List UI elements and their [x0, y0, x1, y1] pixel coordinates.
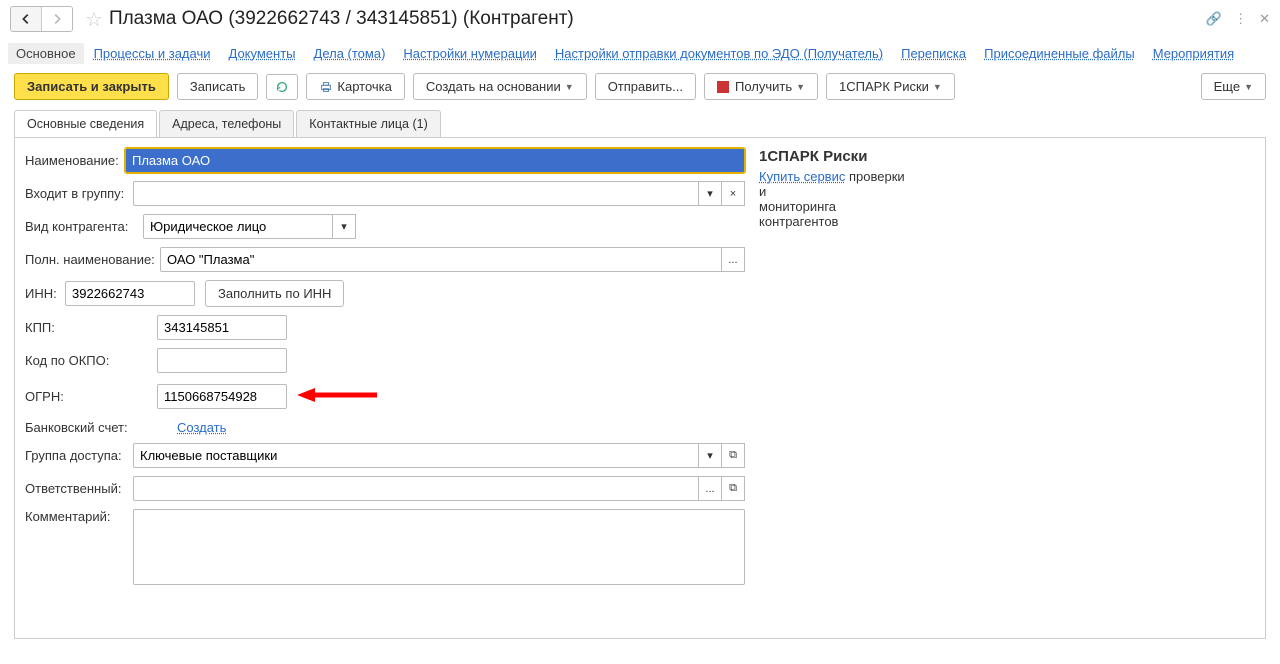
nav-tab-events[interactable]: Мероприятия — [1153, 46, 1235, 61]
label-inn: ИНН: — [25, 286, 65, 301]
nav-tab-main[interactable]: Основное — [8, 43, 84, 64]
tab-addresses[interactable]: Адреса, телефоны — [159, 110, 294, 137]
tab-basic-info[interactable]: Основные сведения — [14, 110, 157, 137]
close-icon[interactable]: ✕ — [1259, 11, 1270, 27]
label-name: Наименование: — [25, 153, 125, 168]
more-vert-icon[interactable]: ⋮ — [1234, 11, 1247, 27]
refresh-button[interactable] — [266, 74, 298, 100]
create-based-label: Создать на основании — [426, 79, 561, 94]
more-label: Еще — [1214, 79, 1240, 94]
caret-down-icon: ▼ — [565, 82, 574, 92]
refresh-icon — [275, 80, 289, 94]
link-icon[interactable]: 🔗 — [1206, 11, 1222, 27]
receive-icon — [717, 81, 729, 93]
star-icon[interactable]: ☆ — [85, 7, 103, 32]
spark-text4: контрагентов — [759, 214, 838, 229]
spark-text2: и — [759, 184, 766, 199]
spark-risks-label: 1СПАРК Риски — [839, 79, 929, 94]
nav-tab-documents[interactable]: Документы — [229, 46, 296, 61]
group-input[interactable] — [133, 181, 699, 206]
caret-down-icon: ▼ — [933, 82, 942, 92]
label-access: Группа доступа: — [25, 448, 133, 463]
comment-textarea[interactable] — [133, 509, 745, 585]
spark-text1: проверки — [849, 169, 905, 184]
arrow-right-icon — [50, 12, 64, 26]
arrow-annotation — [297, 381, 377, 412]
access-dropdown-button[interactable]: ▾ — [699, 443, 722, 468]
access-open-button[interactable]: ⧉ — [722, 443, 745, 468]
label-bank: Банковский счет: — [25, 420, 157, 435]
access-input[interactable] — [133, 443, 699, 468]
page-title: Плазма ОАО (3922662743 / 343145851) (Кон… — [109, 8, 574, 30]
bank-create-link[interactable]: Создать — [177, 420, 226, 435]
nav-tabs: Основное Процессы и задачи Документы Дел… — [0, 34, 1280, 67]
nav-tab-mail[interactable]: Переписка — [901, 46, 966, 61]
receive-label: Получить — [735, 79, 792, 94]
ogrn-input[interactable] — [157, 384, 287, 409]
card-button[interactable]: Карточка — [306, 73, 404, 100]
more-button[interactable]: Еще ▼ — [1201, 73, 1266, 100]
label-resp: Ответственный: — [25, 481, 133, 496]
create-based-button[interactable]: Создать на основании ▼ — [413, 73, 587, 100]
tab-contacts[interactable]: Контактные лица (1) — [296, 110, 440, 137]
resp-open-button[interactable]: ⧉ — [722, 476, 745, 501]
type-dropdown-button[interactable]: ▾ — [333, 214, 356, 239]
type-input[interactable] — [143, 214, 333, 239]
group-clear-button[interactable]: × — [722, 181, 745, 206]
caret-down-icon: ▼ — [796, 82, 805, 92]
name-input[interactable] — [125, 148, 745, 173]
nav-tab-files[interactable]: Присоединенные файлы — [984, 46, 1135, 61]
okpo-input[interactable] — [157, 348, 287, 373]
label-group: Входит в группу: — [25, 186, 133, 201]
printer-icon — [319, 80, 333, 94]
nav-forward-button[interactable] — [41, 7, 72, 31]
spark-text3: мониторинга — [759, 199, 836, 214]
label-ogrn: ОГРН: — [25, 389, 157, 404]
caret-down-icon: ▼ — [1244, 82, 1253, 92]
label-okpo: Код по ОКПО: — [25, 353, 157, 368]
save-close-button[interactable]: Записать и закрыть — [14, 73, 169, 100]
buy-service-link[interactable]: Купить сервис — [759, 169, 845, 184]
fullname-input[interactable] — [160, 247, 722, 272]
spark-heading: 1СПАРК Риски — [759, 148, 905, 165]
label-comment: Комментарий: — [25, 509, 133, 524]
nav-tab-edo[interactable]: Настройки отправки документов по ЭДО (По… — [555, 46, 883, 61]
nav-tab-cases[interactable]: Дела (тома) — [314, 46, 386, 61]
label-fullname: Полн. наименование: — [25, 252, 160, 267]
spark-risks-button[interactable]: 1СПАРК Риски ▼ — [826, 73, 955, 100]
nav-back-button[interactable] — [11, 7, 41, 31]
nav-tab-numbering[interactable]: Настройки нумерации — [403, 46, 537, 61]
fill-by-inn-button[interactable]: Заполнить по ИНН — [205, 280, 344, 307]
resp-input[interactable] — [133, 476, 699, 501]
group-dropdown-button[interactable]: ▾ — [699, 181, 722, 206]
card-button-label: Карточка — [337, 79, 391, 94]
save-button[interactable]: Записать — [177, 73, 259, 100]
kpp-input[interactable] — [157, 315, 287, 340]
label-kpp: КПП: — [25, 320, 157, 335]
receive-button[interactable]: Получить ▼ — [704, 73, 818, 100]
resp-ellipsis-button[interactable]: ... — [699, 476, 722, 501]
send-button[interactable]: Отправить... — [595, 73, 696, 100]
arrow-left-icon — [19, 12, 33, 26]
label-type: Вид контрагента: — [25, 219, 143, 234]
nav-tab-processes[interactable]: Процессы и задачи — [94, 46, 211, 61]
fullname-ellipsis-button[interactable]: ... — [722, 247, 745, 272]
inn-input[interactable] — [65, 281, 195, 306]
